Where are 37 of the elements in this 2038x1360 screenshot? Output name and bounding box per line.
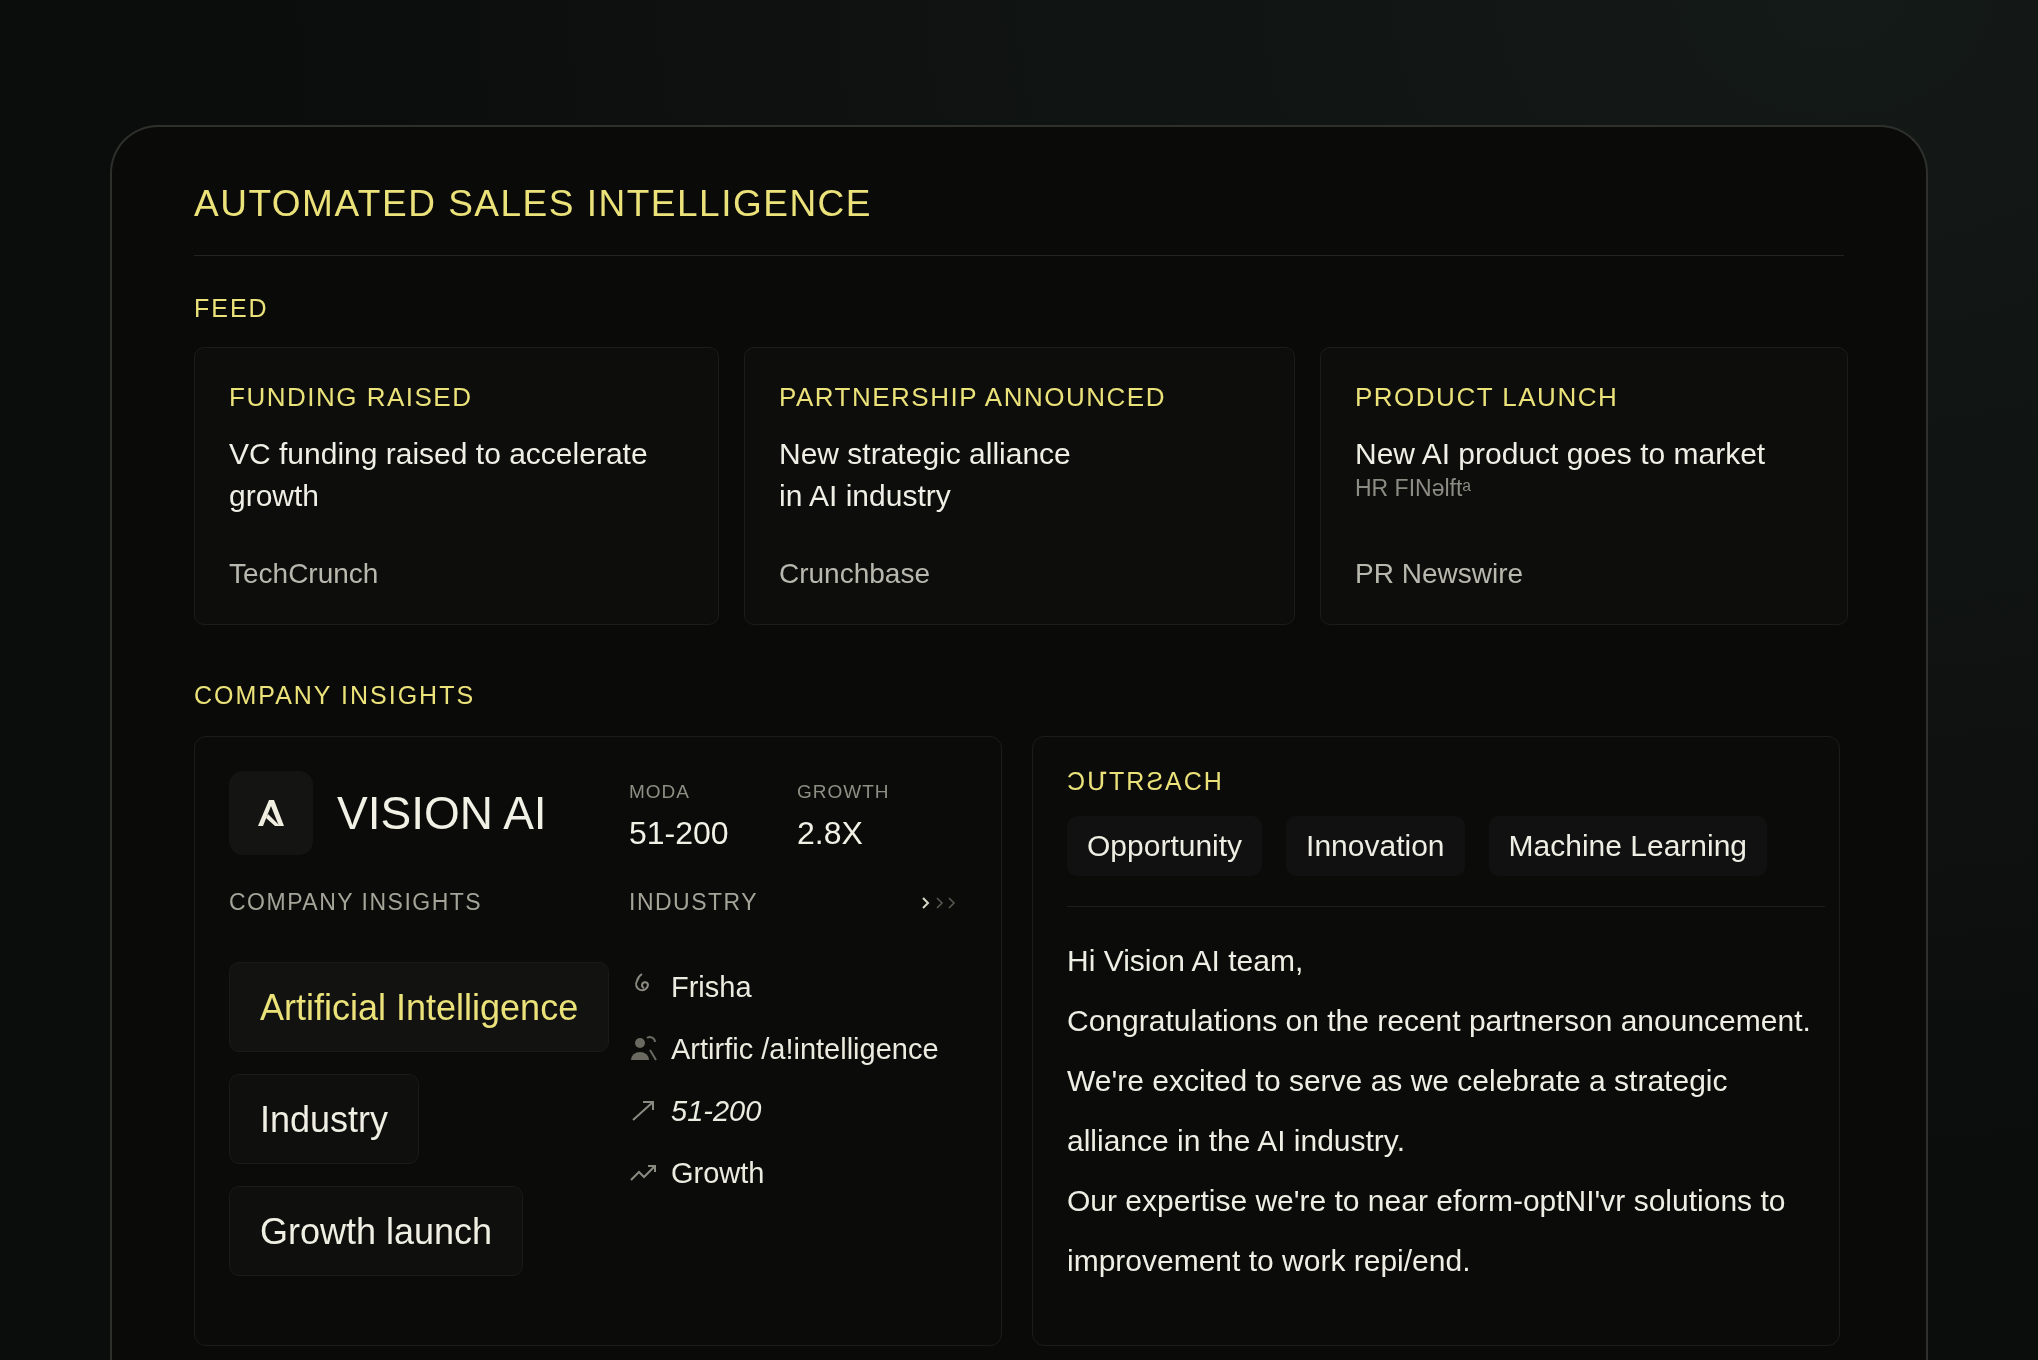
outreach-tag[interactable]: Machine Learning [1488, 816, 1768, 876]
stat-value: 51-200 [629, 815, 730, 852]
feed-category: PRODUCT LAUNCH [1355, 382, 1620, 413]
message-paragraph: We're excited to serve as we celebrate a strategic alliance in the AI industry. [1067, 1063, 1729, 1159]
outreach-label: ƆՄTRƧACH [1067, 767, 1225, 796]
feed-headline: VC funding raised to accelerate growth [229, 436, 649, 514]
feed-category: PARTNERSHIP ANNOUNCED [779, 382, 1167, 413]
logo-icon [229, 771, 313, 855]
feed-source: TechCrunch [229, 558, 380, 590]
outreach-tag[interactable]: Opportunity [1067, 816, 1263, 876]
industry-item: Frisha [671, 970, 752, 1004]
section-label: FEED [194, 294, 270, 323]
message-paragraph: Congratulations on the recent partnerson anouncement. [1067, 1003, 1812, 1039]
insight-tag[interactable]: Industry [229, 1074, 420, 1164]
industry-item: Growth [671, 1156, 765, 1190]
company-name: VISION AI [337, 786, 547, 840]
page-title: AUTOMATED SALES INTELLIGENCE [194, 183, 873, 225]
feed-note: HR FINəlftᵃ [1355, 475, 1472, 502]
feed-headline: New strategic alliance in AI industry [779, 436, 1072, 514]
column-label: COMPANY INSIGHTS [229, 889, 483, 916]
feed-headline: New AI product goes to market [1355, 436, 1767, 472]
message-paragraph: Our expertise we're to near eform-optNI'vr solutions to improvement to work repi/end. [1067, 1183, 1787, 1279]
stat-value: 2.8X [797, 815, 864, 852]
feed-source: Crunchbase [779, 558, 931, 590]
section-label: COMPANY INSIGHTS [194, 681, 477, 710]
industry-item: Artirfic /a!intelligence [671, 1032, 939, 1066]
stat-label: GROWTH [797, 781, 891, 803]
chevrons-icon[interactable] [921, 894, 957, 911]
insight-tag[interactable]: Artificial Intelligence [229, 962, 610, 1052]
industry-item: 51-200 [671, 1094, 762, 1128]
stat-label: MODA [629, 781, 691, 803]
message-paragraph: Hi Vision AI team, [1067, 943, 1305, 979]
insight-tag[interactable]: Growth launch [229, 1186, 524, 1276]
feed-source: PR Newswire [1355, 558, 1525, 590]
feed-category: FUNDING RAISED [229, 382, 474, 413]
column-label: INDUSTRY [629, 889, 759, 916]
outreach-tag[interactable]: Innovation [1286, 816, 1465, 876]
